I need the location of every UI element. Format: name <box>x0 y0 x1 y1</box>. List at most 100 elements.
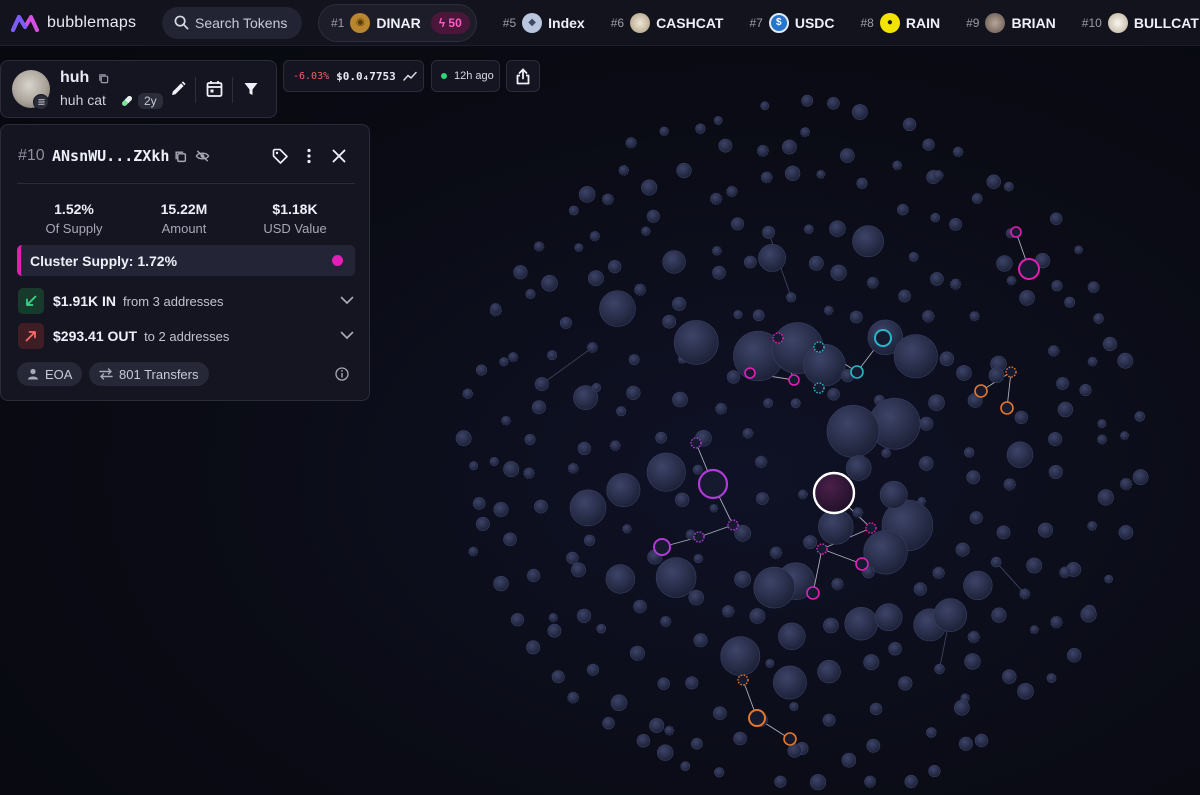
wallet-bubble[interactable] <box>586 341 598 353</box>
wallet-bubble[interactable] <box>712 265 726 280</box>
wallet-bubble[interactable] <box>803 343 846 387</box>
wallet-bubble[interactable] <box>930 212 940 223</box>
wallet-bubble[interactable] <box>939 351 955 367</box>
eye-off-icon[interactable] <box>195 149 210 163</box>
wallet-bubble[interactable] <box>913 582 927 596</box>
wallet-bubble[interactable] <box>709 503 719 513</box>
wallet-bubble[interactable] <box>760 171 773 184</box>
cluster-wallet-bubble[interactable] <box>816 543 828 555</box>
wallet-bubble[interactable] <box>547 350 558 361</box>
wallet-bubble[interactable] <box>602 716 615 730</box>
wallet-bubble[interactable] <box>782 139 797 155</box>
wallet-bubble[interactable] <box>462 388 474 400</box>
wallet-bubble[interactable] <box>996 525 1011 540</box>
wallet-bubble[interactable] <box>662 314 677 329</box>
ranking-item-1[interactable]: #1 ◉ DINAR ϟ 50 <box>318 3 477 42</box>
wallet-bubble[interactable] <box>852 507 864 518</box>
wallet-bubble[interactable] <box>489 456 499 466</box>
wallet-bubble[interactable] <box>817 659 841 684</box>
wallet-bubble[interactable] <box>778 622 806 650</box>
wallet-bubble[interactable] <box>786 292 797 303</box>
wallet-bubble[interactable] <box>956 365 972 381</box>
wallet-bubble[interactable] <box>971 193 983 204</box>
wallet-bubble[interactable] <box>922 138 935 151</box>
wallet-bubble[interactable] <box>1026 557 1043 574</box>
wallet-bubble[interactable] <box>662 250 686 274</box>
wallet-bubble[interactable] <box>765 659 775 668</box>
wallet-bubble[interactable] <box>469 461 479 471</box>
wallet-bubble[interactable] <box>734 570 751 588</box>
wallet-bubble[interactable] <box>752 309 765 322</box>
wallet-bubble[interactable] <box>1132 469 1149 486</box>
wallet-bubble[interactable] <box>493 575 509 592</box>
wallet-bubble[interactable] <box>566 551 579 565</box>
wallet-bubble[interactable] <box>567 462 579 474</box>
wallet-bubble[interactable] <box>908 251 919 262</box>
wallet-bubble[interactable] <box>606 473 641 508</box>
wallet-bubble[interactable] <box>524 433 536 445</box>
wallet-bubble[interactable] <box>712 245 722 256</box>
wallet-bubble[interactable] <box>591 383 602 393</box>
wallet-bubble[interactable] <box>1051 280 1063 292</box>
wallet-bubble[interactable] <box>769 546 783 559</box>
wallet-bubble[interactable] <box>897 203 909 216</box>
wallet-bubble[interactable] <box>801 94 814 107</box>
wallet-bubble[interactable] <box>730 217 744 231</box>
wallet-bubble[interactable] <box>902 117 917 131</box>
boost-badge[interactable]: ϟ 50 <box>430 11 470 34</box>
wallet-bubble[interactable] <box>952 146 964 158</box>
wallet-bubble[interactable] <box>551 670 565 684</box>
wallet-bubble[interactable] <box>949 278 962 290</box>
wallet-bubble[interactable] <box>641 179 658 196</box>
inflow-row[interactable]: $1.91K IN from 3 addresses <box>18 288 356 314</box>
wallet-bubble[interactable] <box>1119 477 1133 491</box>
wallet-bubble[interactable] <box>804 224 814 234</box>
wallet-bubble[interactable] <box>672 391 688 408</box>
wallet-bubble[interactable] <box>933 598 968 632</box>
wallet-bubble[interactable] <box>510 613 525 627</box>
cluster-wallet-bubble[interactable] <box>1010 226 1022 238</box>
wallet-bubble[interactable] <box>986 174 1001 189</box>
wallet-bubble[interactable] <box>958 736 973 751</box>
wallet-bubble[interactable] <box>988 367 1005 384</box>
wallet-bubble[interactable] <box>831 577 844 591</box>
wallet-bubble[interactable] <box>531 400 546 415</box>
cluster-wallet-bubble[interactable] <box>788 374 800 386</box>
wallet-bubble[interactable] <box>974 733 989 748</box>
wallet-bubble[interactable] <box>888 641 902 656</box>
wallet-bubble[interactable] <box>784 165 801 182</box>
wallet-bubble[interactable] <box>548 612 558 623</box>
wallet-bubble[interactable] <box>753 566 796 609</box>
wallet-bubble[interactable] <box>513 265 528 280</box>
wallet-bubble[interactable] <box>919 456 934 471</box>
share-button[interactable] <box>506 60 540 92</box>
wallet-bubble[interactable] <box>1048 432 1063 447</box>
wallet-bubble[interactable] <box>928 764 941 778</box>
wallet-bubble[interactable] <box>475 364 487 376</box>
cluster-wallet-bubble[interactable] <box>974 384 988 398</box>
wallet-bubble[interactable] <box>1074 245 1083 255</box>
wallet-bubble[interactable] <box>1064 296 1076 308</box>
wallet-bubble[interactable] <box>713 116 723 125</box>
wallet-bubble[interactable] <box>589 231 601 242</box>
wallet-bubble[interactable] <box>866 738 881 753</box>
wallet-address[interactable]: ANsnWU...ZXkh <box>52 147 169 165</box>
wallet-bubble[interactable] <box>800 127 811 138</box>
wallet-bubble[interactable] <box>841 752 857 768</box>
wallet-bubble[interactable] <box>930 272 944 286</box>
wallet-bubble[interactable] <box>773 665 807 700</box>
wallet-bubble[interactable] <box>693 554 703 564</box>
wallet-bubble[interactable] <box>646 209 660 223</box>
wallet-bubble[interactable] <box>818 509 854 545</box>
wallet-bubble[interactable] <box>547 623 562 638</box>
wallet-bubble[interactable] <box>949 217 962 231</box>
wallet-bubble[interactable] <box>714 767 725 778</box>
wallet-bubble[interactable] <box>789 702 799 711</box>
wallet-bubble[interactable] <box>1102 336 1118 352</box>
wallet-bubble[interactable] <box>675 492 690 507</box>
wallet-bubble[interactable] <box>932 566 945 580</box>
wallet-bubble[interactable] <box>1014 410 1028 425</box>
wallet-bubble[interactable] <box>966 470 981 485</box>
wallet-bubble[interactable] <box>969 511 983 525</box>
wallet-bubble[interactable] <box>964 653 981 670</box>
